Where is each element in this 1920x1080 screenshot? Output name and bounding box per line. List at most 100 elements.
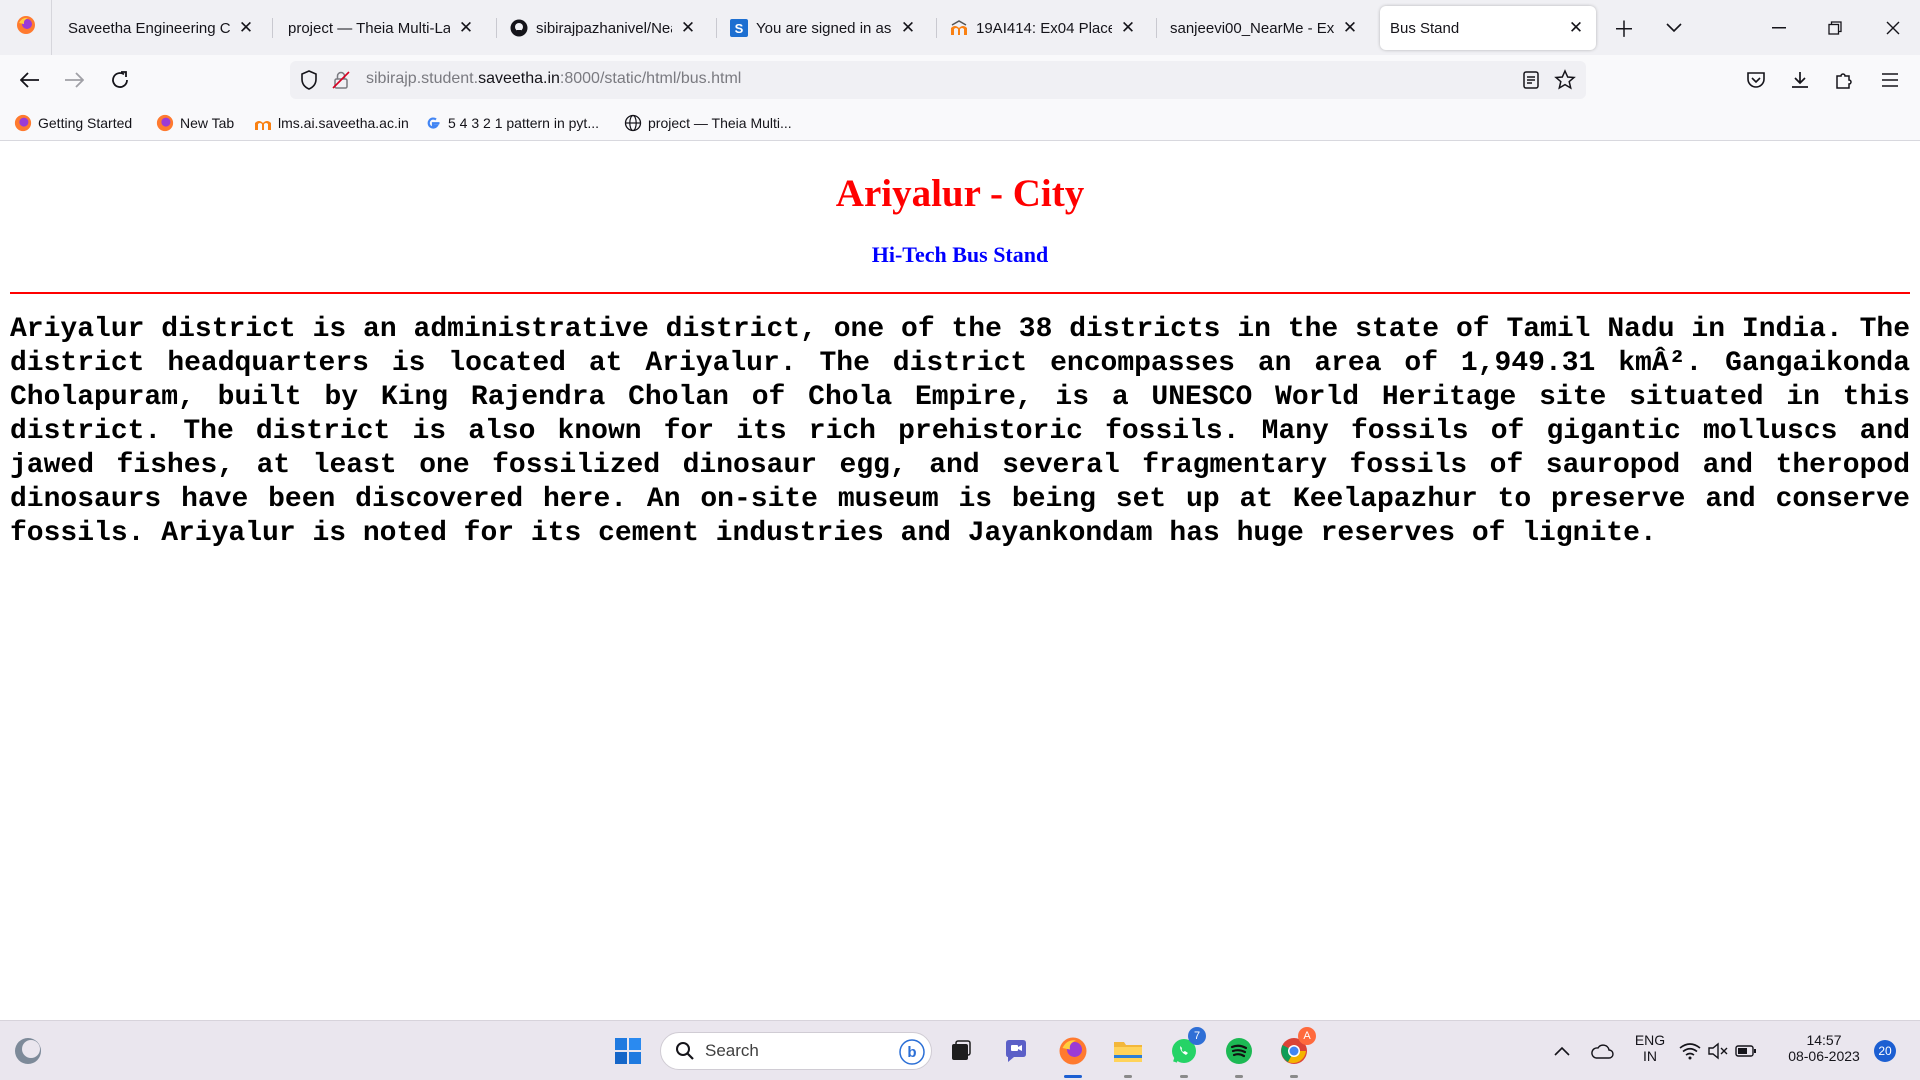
bookmarks-toolbar: Getting Started New Tab lms.ai.saveetha.… [0, 105, 1920, 141]
shield-icon[interactable] [300, 70, 318, 95]
bookmark-new-tab[interactable]: New Tab [156, 113, 234, 133]
search-label: Search [705, 1041, 759, 1060]
firefox-taskbar-icon[interactable] [1053, 1031, 1093, 1078]
tab-saveetha[interactable]: Saveetha Engineering Coll ✕ [58, 6, 266, 50]
tab-title: 19AI414: Ex04 Places A [976, 19, 1112, 37]
bookmark-theia-project[interactable]: project — Theia Multi... [624, 113, 792, 133]
forward-arrow-icon[interactable] [58, 64, 90, 96]
battery-icon[interactable] [1732, 1031, 1760, 1071]
chrome-icon[interactable]: A [1274, 1027, 1316, 1078]
tab-title: sibirajpazhanivel/Near [536, 19, 672, 37]
url-path: :8000/static/html/bus.html [559, 70, 742, 87]
bookmark-pattern-python[interactable]: 5 4 3 2 1 pattern in pyt... [424, 113, 599, 133]
url-host-domain: saveetha.in [478, 70, 560, 87]
bookmark-label: New Tab [180, 115, 235, 131]
close-icon[interactable]: ✕ [1118, 18, 1138, 38]
extensions-puzzle-icon[interactable] [1828, 64, 1860, 96]
moodle-icon [950, 19, 968, 37]
tab-bus-stand[interactable]: Bus Stand ✕ [1380, 6, 1596, 50]
menu-hamburger-icon[interactable] [1874, 64, 1906, 96]
notification-count-badge[interactable]: 20 [1874, 1040, 1896, 1062]
bookmark-label: project — Theia Multi... [648, 115, 792, 131]
spotify-icon[interactable] [1219, 1031, 1259, 1078]
tab-title: Saveetha Engineering Coll [68, 19, 230, 37]
restore-icon[interactable] [1808, 0, 1862, 55]
moodle-icon [254, 114, 272, 132]
firefox-icon [16, 15, 36, 40]
close-icon[interactable]: ✕ [1340, 18, 1360, 38]
bookmark-label: 5 4 3 2 1 pattern in pyt... [448, 115, 599, 131]
close-icon[interactable]: ✕ [678, 18, 698, 38]
reader-view-icon[interactable] [1522, 70, 1540, 95]
tab-ex04-places[interactable]: 19AI414: Ex04 Places A ✕ [940, 6, 1148, 50]
tab-theia-project[interactable]: project — Theia Multi-Lan ✕ [278, 6, 486, 50]
show-hidden-icons-chevron-icon[interactable] [1542, 1031, 1582, 1071]
input-language-indicator[interactable]: ENG IN [1628, 1032, 1672, 1064]
navigation-toolbar: sibirajp.student.saveetha.in:8000/static… [0, 55, 1920, 105]
clock[interactable]: 14:57 08-06-2023 [1776, 1032, 1872, 1064]
page-paragraph: Ariyalur district is an administrative d… [10, 314, 1910, 549]
start-windows-icon[interactable] [608, 1031, 648, 1071]
whatsapp-unread-badge: 7 [1188, 1027, 1206, 1045]
region-code: IN [1643, 1048, 1657, 1064]
taskbar-search-box[interactable]: Search b [660, 1032, 932, 1070]
address-bar[interactable]: sibirajp.student.saveetha.in:8000/static… [290, 61, 1586, 99]
pocket-icon[interactable] [1740, 64, 1772, 96]
bookmark-label: lms.ai.saveetha.ac.in [278, 115, 409, 131]
close-window-icon[interactable] [1866, 0, 1920, 55]
bookmark-label: Getting Started [38, 115, 133, 131]
web-page-content: Ariyalur - City Hi-Tech Bus Stand Ariyal… [0, 141, 1920, 1020]
firefox-icon [14, 114, 32, 132]
tab-title: sanjeevi00_NearMe - Ex-0 [1170, 19, 1334, 37]
firefox-view-button[interactable] [0, 0, 52, 55]
tab-title: You are signed in as 22 [756, 19, 892, 37]
teams-chat-icon[interactable] [996, 1031, 1036, 1071]
svg-text:S: S [735, 21, 744, 36]
github-icon [510, 19, 528, 37]
bing-icon[interactable]: b [899, 1039, 925, 1065]
bookmark-getting-started[interactable]: Getting Started [14, 113, 132, 133]
s-icon: S [730, 19, 748, 37]
search-icon [675, 1041, 695, 1061]
tab-title: project — Theia Multi-Lan [288, 19, 450, 37]
close-icon[interactable]: ✕ [236, 18, 256, 38]
globe-icon [624, 114, 642, 132]
svg-text:b: b [907, 1044, 916, 1061]
task-view-icon[interactable] [941, 1031, 981, 1071]
bookmark-lms[interactable]: lms.ai.saveetha.ac.in [254, 113, 409, 133]
new-tab-plus-icon[interactable]: ＋ [1610, 14, 1638, 42]
tab-sanjeevi-nearme[interactable]: sanjeevi00_NearMe - Ex-0 ✕ [1160, 6, 1370, 50]
list-all-tabs-chevron-icon[interactable] [1660, 14, 1688, 42]
close-icon[interactable]: ✕ [898, 18, 918, 38]
close-icon[interactable]: ✕ [456, 18, 476, 38]
page-subtitle: Hi-Tech Bus Stand [871, 242, 1049, 267]
page-title: Ariyalur - City [835, 172, 1085, 215]
back-arrow-icon[interactable] [14, 64, 46, 96]
close-icon[interactable]: ✕ [1566, 18, 1586, 38]
reload-icon[interactable] [104, 64, 136, 96]
url-text[interactable]: sibirajp.student.saveetha.in:8000/static… [366, 70, 741, 88]
horizontal-rule [10, 292, 1910, 294]
clock-time: 14:57 [1806, 1032, 1842, 1048]
tab-strip: Saveetha Engineering Coll ✕ project — Th… [0, 0, 1920, 55]
bookmark-star-icon[interactable] [1554, 69, 1576, 96]
tab-signed-in[interactable]: S You are signed in as 22 ✕ [720, 6, 928, 50]
minimize-icon[interactable] [1752, 0, 1806, 55]
url-host-prefix: sibirajp.student. [366, 70, 479, 87]
tab-github-nearme[interactable]: sibirajpazhanivel/Near ✕ [500, 6, 708, 50]
weather-widget-icon[interactable] [8, 1031, 48, 1071]
chrome-profile-badge: A [1298, 1027, 1316, 1045]
file-explorer-icon[interactable] [1108, 1031, 1148, 1078]
language-code: ENG [1634, 1032, 1666, 1048]
insecure-lock-icon[interactable] [332, 70, 350, 95]
onedrive-cloud-icon[interactable] [1582, 1031, 1622, 1071]
speaker-muted-icon[interactable] [1704, 1031, 1732, 1071]
whatsapp-icon[interactable]: 7 [1164, 1027, 1206, 1078]
windows-taskbar: Search b 7 A ENG IN 14:57 08-06-2023 20 [0, 1020, 1920, 1080]
firefox-icon [156, 114, 174, 132]
wifi-icon[interactable] [1676, 1031, 1704, 1071]
clock-date: 08-06-2023 [1788, 1048, 1860, 1064]
downloads-icon[interactable] [1784, 64, 1816, 96]
google-icon [424, 114, 442, 132]
tab-title: Bus Stand [1390, 19, 1460, 37]
